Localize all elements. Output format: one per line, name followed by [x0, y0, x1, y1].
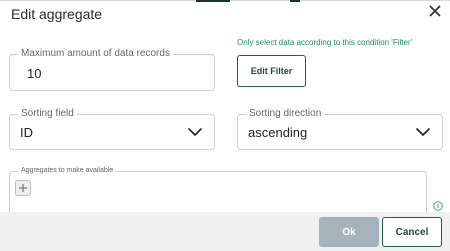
- aggregates-label: Aggregates to make available: [18, 166, 117, 176]
- max-records-label: Maximum amount of data records: [18, 48, 173, 60]
- sorting-field-label: Sorting field: [18, 108, 77, 120]
- max-records-value[interactable]: 10: [27, 66, 41, 81]
- edit-filter-button[interactable]: Edit Filter: [237, 55, 306, 87]
- top-edge-mark: [290, 0, 300, 2]
- close-icon: [429, 5, 441, 17]
- aggregates-panel: Aggregates to make available: [9, 166, 427, 215]
- sorting-direction-select[interactable]: Sorting direction ascending: [237, 108, 443, 150]
- max-records-field[interactable]: Maximum amount of data records 10: [9, 48, 215, 91]
- sorting-field-value: ID: [20, 125, 33, 140]
- plus-icon: [19, 184, 27, 192]
- chevron-down-icon: [416, 128, 430, 136]
- filter-condition-hint: Only select data according to this condi…: [237, 38, 413, 47]
- ok-button[interactable]: Ok: [319, 217, 379, 247]
- close-button[interactable]: [425, 1, 445, 21]
- cancel-button[interactable]: Cancel: [382, 217, 442, 247]
- sorting-direction-label: Sorting direction: [246, 108, 325, 120]
- chevron-down-icon: [188, 128, 202, 136]
- top-edge-mark: [196, 0, 230, 2]
- sorting-field-select[interactable]: Sorting field ID: [9, 108, 215, 150]
- sorting-direction-value: ascending: [248, 125, 308, 140]
- dialog-title: Edit aggregate: [11, 6, 103, 22]
- info-icon[interactable]: [433, 201, 443, 211]
- add-aggregate-button[interactable]: [15, 180, 31, 196]
